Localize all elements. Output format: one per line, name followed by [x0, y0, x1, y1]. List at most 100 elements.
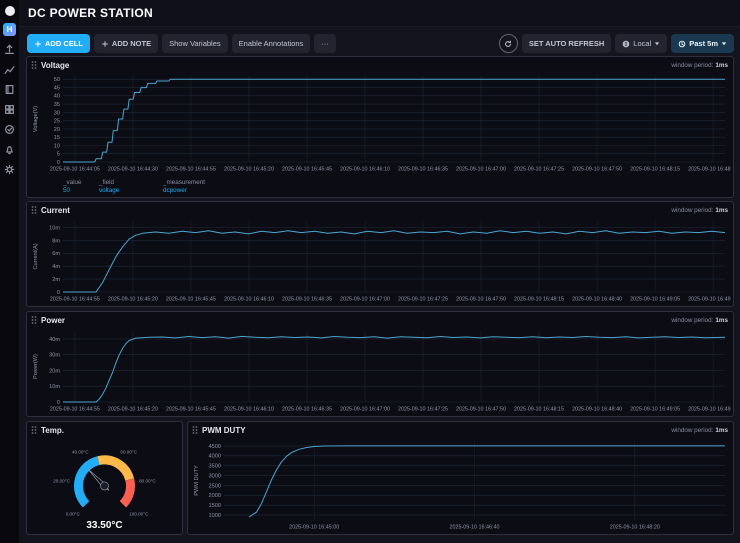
sidebar: H	[0, 0, 19, 543]
svg-text:Power(W): Power(W)	[33, 354, 39, 379]
clock-icon	[678, 40, 686, 48]
window-period: window period:1ms	[671, 62, 728, 69]
nav-item-home[interactable]: H	[3, 23, 16, 36]
svg-text:10: 10	[54, 143, 60, 149]
drag-handle-icon[interactable]	[31, 316, 37, 324]
panel-title: Power	[41, 316, 65, 325]
drag-handle-icon[interactable]	[31, 426, 37, 434]
add-cell-button[interactable]: ADD CELL	[27, 34, 90, 53]
panel-voltage: Voltage window period:1ms 05101520253035…	[26, 56, 734, 198]
svg-text:40.00°C: 40.00°C	[72, 450, 89, 455]
svg-text:2025-09-10 16:44:55: 2025-09-10 16:44:55	[50, 297, 100, 303]
svg-text:2025-09-10 16:44:30: 2025-09-10 16:44:30	[108, 167, 158, 173]
dashboard-title: DC POWER STATION	[28, 6, 153, 20]
svg-text:2025-09-10 16:45:00: 2025-09-10 16:45:00	[289, 525, 339, 531]
svg-text:2025-09-10 16:45:20: 2025-09-10 16:45:20	[224, 167, 274, 173]
refresh-button[interactable]	[499, 34, 518, 53]
nav-item-load-data[interactable]	[3, 43, 16, 56]
svg-text:25: 25	[54, 119, 60, 125]
svg-text:45: 45	[54, 86, 60, 92]
panel-title: PWM DUTY	[202, 426, 246, 435]
svg-text:2025-09-10 16:46:10: 2025-09-10 16:46:10	[224, 407, 274, 413]
drag-handle-icon[interactable]	[31, 206, 37, 214]
window-period: window period:1ms	[671, 207, 728, 214]
chart-svg: 010m20m30m40m2025-09-10 16:44:552025-09-…	[29, 327, 731, 414]
panel-temp-header[interactable]: Temp.	[27, 422, 182, 435]
svg-text:2025-09-10 16:48:15: 2025-09-10 16:48:15	[630, 167, 680, 173]
nav-item-settings[interactable]	[3, 163, 16, 176]
svg-text:8m: 8m	[52, 238, 60, 244]
svg-text:2025-09-10 16:46:35: 2025-09-10 16:46:35	[282, 297, 332, 303]
pwm-line-chart[interactable]: 100015002000250030003500400045002025-09-…	[190, 437, 731, 532]
gauge-value: 33.50°C	[86, 520, 122, 531]
drag-handle-icon[interactable]	[31, 61, 37, 69]
svg-text:2025-09-10 16:46:35: 2025-09-10 16:46:35	[398, 167, 448, 173]
nav-item-notebooks[interactable]	[3, 83, 16, 96]
nav-item-tasks[interactable]	[3, 123, 16, 136]
current-line-chart[interactable]: 02m4m6m8m10m2025-09-10 16:44:552025-09-1…	[29, 217, 731, 304]
enable-annotations-toggle[interactable]: Enable Annotations	[232, 34, 311, 53]
svg-text:2025-09-10 16:45:45: 2025-09-10 16:45:45	[166, 297, 216, 303]
svg-text:35: 35	[54, 102, 60, 108]
svg-text:15: 15	[54, 135, 60, 141]
svg-text:2025-09-10 16:49:30: 2025-09-10 16:49:30	[688, 407, 731, 413]
svg-text:Current(A): Current(A)	[33, 243, 39, 269]
add-note-button[interactable]: ADD NOTE	[94, 34, 158, 53]
drag-handle-icon[interactable]	[192, 426, 198, 434]
svg-text:2025-09-10 16:47:00: 2025-09-10 16:47:00	[456, 167, 506, 173]
window-period: window period:1ms	[671, 317, 728, 324]
panel-pwm-header[interactable]: PWM DUTY window period:1ms	[188, 422, 733, 435]
svg-text:20m: 20m	[49, 368, 60, 374]
svg-text:0: 0	[57, 160, 60, 166]
svg-text:0: 0	[57, 400, 60, 406]
more-options-button[interactable]: ···	[314, 34, 336, 53]
panel-current-header[interactable]: Current window period:1ms	[27, 202, 733, 215]
voltage-line-chart[interactable]: 051015202530354045502025-09-10 16:44:052…	[29, 72, 731, 174]
time-range-dropdown[interactable]: Past 5m	[671, 34, 734, 53]
svg-text:2025-09-10 16:45:20: 2025-09-10 16:45:20	[108, 297, 158, 303]
svg-text:10m: 10m	[49, 384, 60, 390]
panel-temp: Temp. 0.00°C20.00°C40.00°C60.00°C80.00°C…	[26, 421, 183, 535]
svg-text:80.00°C: 80.00°C	[139, 478, 156, 483]
svg-text:2025-09-10 16:47:25: 2025-09-10 16:47:25	[398, 297, 448, 303]
svg-text:2025-09-10 16:44:55: 2025-09-10 16:44:55	[166, 167, 216, 173]
svg-text:2500: 2500	[209, 483, 221, 489]
svg-text:60.00°C: 60.00°C	[120, 450, 137, 455]
svg-text:0.00°C: 0.00°C	[66, 512, 81, 517]
svg-text:2025-09-10 16:45:20: 2025-09-10 16:45:20	[108, 407, 158, 413]
svg-text:30m: 30m	[49, 353, 60, 359]
set-auto-refresh-button[interactable]: SET AUTO REFRESH	[522, 34, 611, 53]
plus-icon	[34, 40, 42, 48]
chart-svg: 051015202530354045502025-09-10 16:44:052…	[29, 72, 731, 174]
svg-text:2025-09-10 16:45:45: 2025-09-10 16:45:45	[166, 407, 216, 413]
chevron-down-icon	[721, 41, 727, 46]
svg-text:2025-09-10 16:48:40: 2025-09-10 16:48:40	[572, 297, 622, 303]
bell-icon	[4, 144, 15, 155]
refresh-icon	[504, 40, 512, 48]
svg-text:2025-09-10 16:47:00: 2025-09-10 16:47:00	[340, 297, 390, 303]
svg-text:100.00°C: 100.00°C	[129, 512, 149, 517]
svg-text:0: 0	[57, 290, 60, 296]
temperature-gauge: 0.00°C20.00°C40.00°C60.00°C80.00°C100.00…	[29, 436, 180, 532]
svg-text:50: 50	[54, 77, 60, 83]
timezone-dropdown[interactable]: Local	[615, 34, 667, 53]
globe-icon	[622, 40, 630, 48]
svg-text:2025-09-10 16:49:30: 2025-09-10 16:49:30	[688, 297, 731, 303]
nav-item-dashboards[interactable]	[3, 103, 16, 116]
svg-text:2025-09-10 16:46:10: 2025-09-10 16:46:10	[224, 297, 274, 303]
svg-text:2025-09-10 16:46:10: 2025-09-10 16:46:10	[340, 167, 390, 173]
panel-power-header[interactable]: Power window period:1ms	[27, 312, 733, 325]
power-line-chart[interactable]: 010m20m30m40m2025-09-10 16:44:552025-09-…	[29, 327, 731, 414]
svg-text:10m: 10m	[49, 225, 60, 231]
svg-text:2025-09-10 16:47:25: 2025-09-10 16:47:25	[514, 167, 564, 173]
show-variables-toggle[interactable]: Show Variables	[162, 34, 228, 53]
svg-text:3000: 3000	[209, 474, 221, 480]
svg-text:2025-09-10 16:45:45: 2025-09-10 16:45:45	[282, 167, 332, 173]
nav-item-alerts[interactable]	[3, 143, 16, 156]
nav-item-data-explorer[interactable]	[3, 63, 16, 76]
svg-text:2025-09-10 16:47:50: 2025-09-10 16:47:50	[456, 407, 506, 413]
panel-voltage-header[interactable]: Voltage window period:1ms	[27, 57, 733, 70]
svg-text:2025-09-10 16:44:55: 2025-09-10 16:44:55	[50, 407, 100, 413]
svg-text:2025-09-10 16:47:25: 2025-09-10 16:47:25	[398, 407, 448, 413]
svg-text:2025-09-10 16:47:00: 2025-09-10 16:47:00	[340, 407, 390, 413]
